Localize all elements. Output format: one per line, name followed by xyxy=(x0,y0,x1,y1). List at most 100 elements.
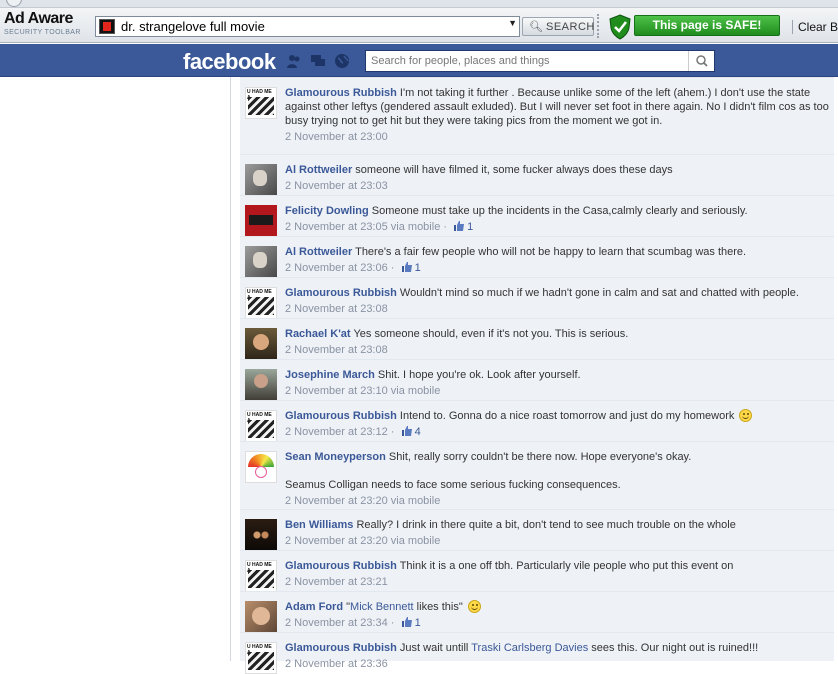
avatar[interactable]: U HAD ME A xyxy=(245,642,277,674)
comment-text: Someone must take up the incidents in th… xyxy=(371,205,748,217)
comment-text: Intend to. Gonna do a nice roast tomorro… xyxy=(399,410,735,422)
adaware-logo-subtitle: SECURITY TOOLBAR xyxy=(4,29,81,36)
comment-author[interactable]: Josephine March xyxy=(285,369,375,381)
comment-author[interactable]: Glamourous Rubbish xyxy=(285,642,397,654)
avatar[interactable] xyxy=(245,246,277,278)
facebook-header: facebook Search for people, places and t… xyxy=(0,44,838,77)
comment-text-suffix: sees this. Our night out is ruined!!! xyxy=(588,642,759,654)
comment-item: Al Rottweiler someone will have filmed i… xyxy=(240,154,834,196)
comment-item: Adam Ford "Mick Bennett likes this" 2 No… xyxy=(240,591,834,633)
thumbs-up-icon xyxy=(454,221,465,231)
comment-time[interactable]: 2 November at 23:10 via mobile xyxy=(285,385,833,398)
comments-feed: U HAD ME A Glamourous Rubbish I'm not ta… xyxy=(232,77,838,674)
toolbar-search-label: SEARCH xyxy=(546,21,595,33)
adaware-toolbar: Ad Aware SECURITY TOOLBAR dr. strangelov… xyxy=(0,8,838,43)
comment-text: Shit, really sorry couldn't be there now… xyxy=(388,451,692,463)
notifications-globe-icon[interactable] xyxy=(334,53,350,69)
comment-time[interactable]: 2 November at 23:34 · xyxy=(285,617,398,629)
mentioned-user-link[interactable]: Traski Carlsberg Davies xyxy=(471,642,588,654)
comment-time[interactable]: 2 November at 23:00 xyxy=(285,131,833,144)
comment-author[interactable]: Glamourous Rubbish xyxy=(285,287,397,299)
comment-author[interactable]: Felicity Dowling xyxy=(285,205,369,217)
clear-browsing-button[interactable]: Clear Br xyxy=(792,20,838,34)
comment-time[interactable]: 2 November at 23:06 · xyxy=(285,262,398,274)
comment-likes[interactable]: 1 xyxy=(450,221,473,233)
avatar[interactable] xyxy=(245,164,277,196)
comment-time[interactable]: 2 November at 23:08 xyxy=(285,344,833,357)
comment-time[interactable]: 2 November at 23:08 xyxy=(285,303,833,316)
comment-item: Al Rottweiler There's a fair few people … xyxy=(240,236,834,278)
thumbs-up-icon xyxy=(401,426,412,436)
smiley-icon xyxy=(467,600,481,613)
shield-check-icon xyxy=(609,14,631,40)
toolbar-search-field[interactable]: dr. strangelove full movie ▼ xyxy=(95,16,520,37)
facebook-logo[interactable]: facebook xyxy=(183,49,276,75)
comment-text-suffix: likes this" xyxy=(413,601,463,613)
comment-text-second-line: Seamus Colligan needs to face some serio… xyxy=(285,479,621,491)
messages-icon[interactable] xyxy=(310,53,326,69)
avatar[interactable]: U HAD ME A xyxy=(245,560,277,592)
back-button[interactable] xyxy=(6,0,22,7)
page-safe-badge[interactable]: This page is SAFE! xyxy=(634,15,780,36)
smiley-icon xyxy=(739,409,753,422)
comment-item: U HAD ME A Glamourous Rubbish Think it i… xyxy=(240,550,834,592)
comment-text: Wouldn't mind so much if we hadn't gone … xyxy=(399,287,799,299)
jewel-icons xyxy=(286,53,352,71)
comment-time[interactable]: 2 November at 23:05 via mobile · xyxy=(285,221,450,233)
comment-time[interactable]: 2 November at 23:12 · xyxy=(285,426,398,438)
comment-time[interactable]: 2 November at 23:36 xyxy=(285,658,833,671)
comment-text: Yes someone should, even if it's not you… xyxy=(353,328,629,340)
search-icon: 🔍︎ xyxy=(529,21,543,33)
comment-item: Felicity Dowling Someone must take up th… xyxy=(240,195,834,237)
avatar[interactable] xyxy=(245,328,277,360)
comment-text-prefix: Just wait untill xyxy=(399,642,472,654)
toolbar-search-value: dr. strangelove full movie xyxy=(121,19,265,34)
comment-item: U HAD ME A Glamourous Rubbish Intend to.… xyxy=(240,400,834,442)
lavasoft-icon xyxy=(99,19,115,34)
comment-author[interactable]: Adam Ford xyxy=(285,601,343,613)
comment-item: Ben Williams Really? I drink in there qu… xyxy=(240,509,834,551)
avatar[interactable]: U HAD ME A xyxy=(245,287,277,319)
comment-item: U HAD ME A Glamourous Rubbish I'm not ta… xyxy=(240,77,834,154)
comment-author[interactable]: Sean Moneyperson xyxy=(285,451,386,463)
comment-author[interactable]: Glamourous Rubbish xyxy=(285,87,397,99)
comment-author[interactable]: Ben Williams xyxy=(285,519,353,531)
avatar[interactable]: U HAD ME A xyxy=(245,410,277,442)
facebook-search-placeholder: Search for people, places and things xyxy=(371,55,550,67)
search-icon xyxy=(696,55,708,67)
comment-author[interactable]: Rachael K'at xyxy=(285,328,351,340)
chevron-down-icon[interactable]: ▼ xyxy=(508,18,517,28)
comment-time[interactable]: 2 November at 23:20 via mobile xyxy=(285,495,833,508)
avatar[interactable] xyxy=(245,519,277,551)
comment-author[interactable]: Al Rottweiler xyxy=(285,164,352,176)
thumbs-up-icon xyxy=(401,617,412,627)
comment-likes[interactable]: 1 xyxy=(398,617,421,629)
comment-time[interactable]: 2 November at 23:03 xyxy=(285,180,833,193)
avatar[interactable]: U HAD ME A xyxy=(245,87,277,119)
friend-requests-icon[interactable] xyxy=(286,53,302,69)
facebook-search-button[interactable] xyxy=(688,51,714,71)
facebook-search-input[interactable]: Search for people, places and things xyxy=(365,50,715,72)
comment-item: U HAD ME A Glamourous Rubbish Just wait … xyxy=(240,632,834,674)
adaware-logo-title: Ad Aware xyxy=(4,10,73,27)
comment-like-count: 1 xyxy=(414,617,421,629)
clear-browsing-label: Clear Br xyxy=(798,20,838,34)
comment-text: Think it is a one off tbh. Particularly … xyxy=(399,560,734,572)
comment-item: Sean Moneyperson Shit, really sorry coul… xyxy=(240,441,834,509)
avatar[interactable] xyxy=(245,205,277,237)
avatar[interactable] xyxy=(245,451,277,483)
comment-time[interactable]: 2 November at 23:21 xyxy=(285,576,833,589)
comment-text: Really? I drink in there quite a bit, do… xyxy=(356,519,736,531)
toolbar-search-button[interactable]: 🔍︎ SEARCH xyxy=(522,17,594,36)
comment-author[interactable]: Al Rottweiler xyxy=(285,246,352,258)
avatar[interactable] xyxy=(245,369,277,401)
comment-author[interactable]: Glamourous Rubbish xyxy=(285,560,397,572)
avatar[interactable] xyxy=(245,601,277,633)
comment-author[interactable]: Glamourous Rubbish xyxy=(285,410,397,422)
comment-time[interactable]: 2 November at 23:20 via mobile xyxy=(285,535,833,548)
comment-item: Rachael K'at Yes someone should, even if… xyxy=(240,318,834,360)
comment-likes[interactable]: 4 xyxy=(398,426,421,438)
comment-likes[interactable]: 1 xyxy=(398,262,421,274)
comment-like-count: 4 xyxy=(414,426,421,438)
mentioned-user-link[interactable]: Mick Bennett xyxy=(350,601,414,613)
